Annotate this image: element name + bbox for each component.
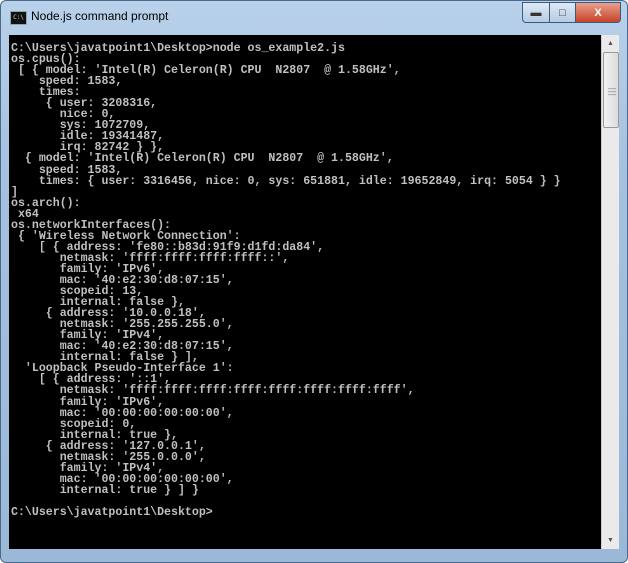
scrollbar-thumb[interactable]: — — —: [603, 52, 619, 128]
console-line: internal: true } ] }: [11, 483, 199, 497]
console-output[interactable]: C:\Users\javatpoint1\Desktop>node os_exa…: [9, 35, 601, 549]
maximize-icon: □: [559, 6, 566, 19]
close-button[interactable]: X: [576, 2, 621, 23]
title-bar[interactable]: C:\ Node.js command prompt ▬ □ X: [1, 1, 627, 35]
scroll-down-arrow-icon[interactable]: ▼: [602, 532, 619, 549]
console-line: speed: 1583,: [11, 75, 123, 89]
console-line: netmask: 'ffff:ffff:ffff:ffff:ffff:ffff:…: [11, 384, 415, 398]
minimize-icon: ▬: [530, 6, 542, 19]
window-title: Node.js command prompt: [31, 9, 169, 23]
console-line: scopeid: 0,: [11, 417, 137, 431]
minimize-button[interactable]: ▬: [522, 2, 550, 23]
console-line: family: 'IPv6',: [11, 395, 165, 409]
cmd-icon[interactable]: C:\: [10, 11, 27, 25]
scroll-up-arrow-icon[interactable]: ▲: [602, 35, 619, 52]
maximize-button[interactable]: □: [550, 2, 576, 23]
grip-icon: — — —: [608, 84, 616, 99]
console-window: C:\ Node.js command prompt ▬ □ X C:\User…: [0, 0, 628, 563]
close-icon: X: [594, 6, 602, 19]
console-line: { model: 'Intel(R) Celeron(R) CPU N2807 …: [11, 152, 394, 166]
console-line: C:\Users\javatpoint1\Desktop>: [11, 505, 213, 519]
console-text: C:\Users\javatpoint1\Desktop>node os_exa…: [9, 35, 601, 519]
console-line: ]: [11, 185, 18, 199]
console-line: os.arch():: [11, 196, 81, 210]
console-line: C:\Users\javatpoint1\Desktop>node os_exa…: [11, 42, 345, 55]
console-line: mac: '00:00:00:00:00:00',: [11, 406, 234, 420]
console-line: times: { user: 3316456, nice: 0, sys: 65…: [11, 174, 561, 188]
vertical-scrollbar[interactable]: ▲ — — — ▼: [601, 35, 619, 549]
console-line: speed: 1583,: [11, 163, 123, 177]
